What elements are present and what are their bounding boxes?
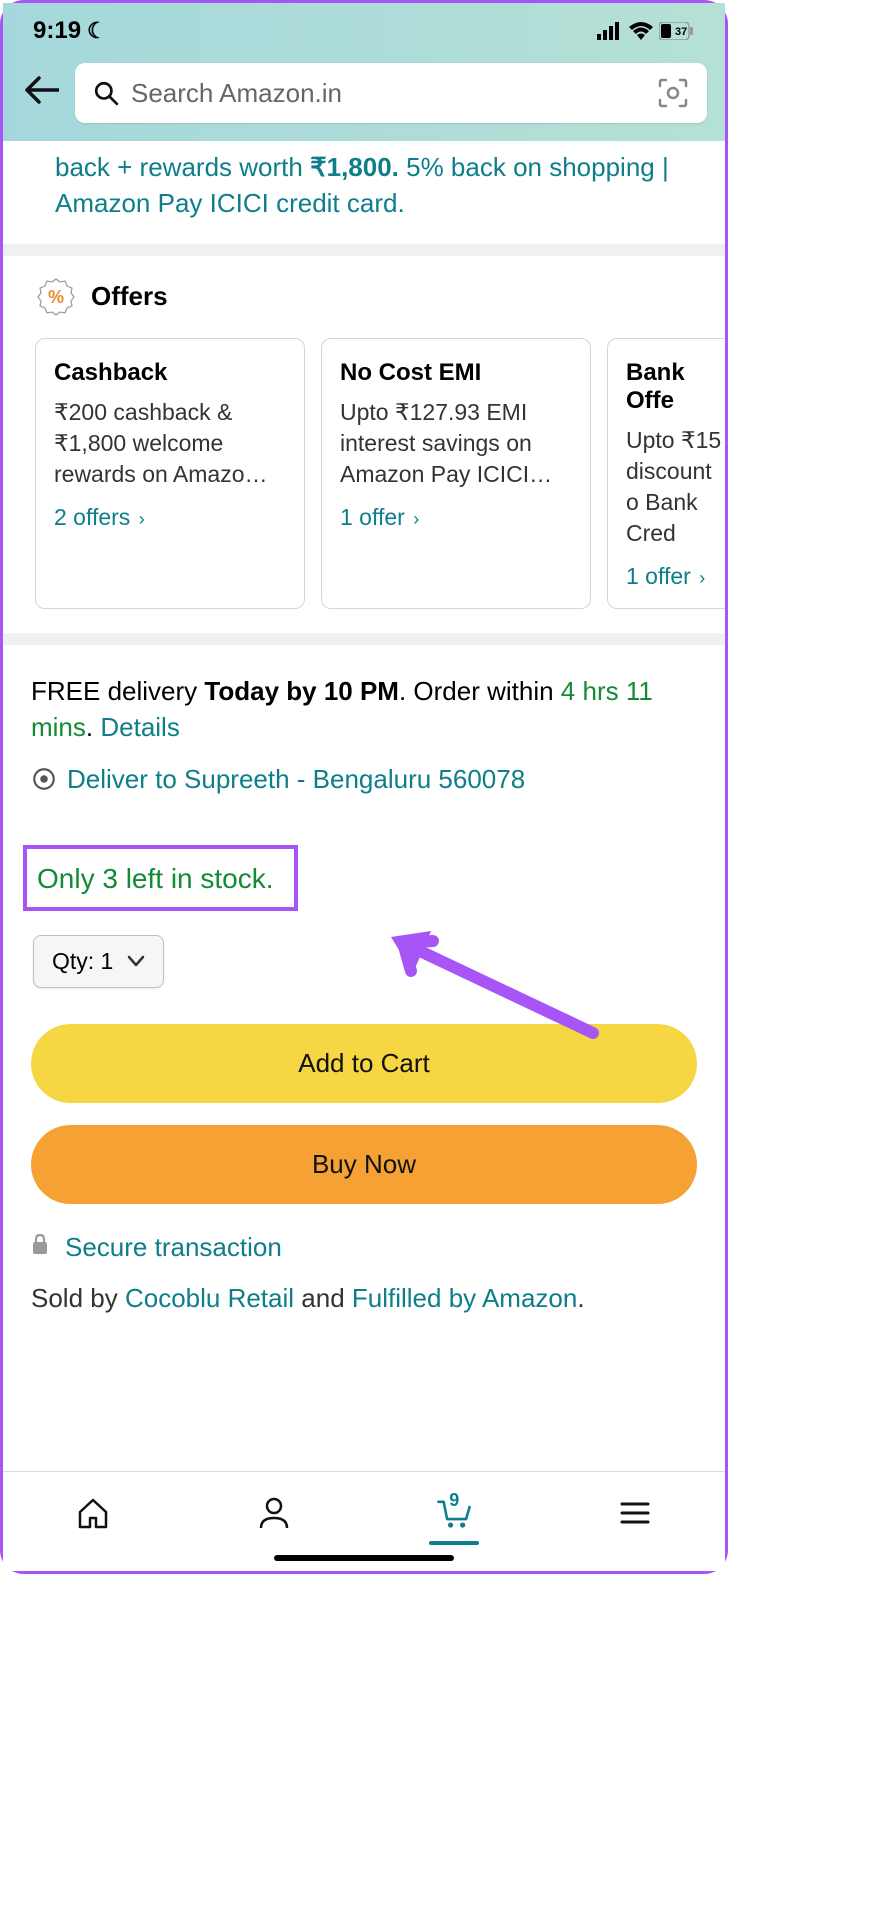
nav-menu[interactable] [616, 1494, 654, 1537]
header: Search Amazon.in [3, 53, 725, 141]
quantity-selector[interactable]: Qty: 1 [33, 935, 164, 988]
nav-home[interactable] [74, 1494, 112, 1537]
offer-card-link[interactable]: 1 offer › [626, 563, 725, 590]
chevron-right-icon: › [413, 509, 419, 529]
nav-cart[interactable]: 9 [435, 1494, 473, 1537]
secure-text: Secure transaction [65, 1232, 282, 1263]
stock-status: Only 3 left in stock. [23, 845, 298, 911]
offer-card-desc: Upto ₹127.93 EMI interest savings on Ama… [340, 397, 572, 490]
hamburger-icon [616, 1494, 654, 1532]
offer-card-cashback[interactable]: Cashback ₹200 cashback & ₹1,800 welcome … [35, 338, 305, 609]
promo-banner[interactable]: back + rewards worth ₹1,800. 5% back on … [3, 141, 725, 244]
secure-transaction-row[interactable]: Secure transaction [3, 1226, 725, 1283]
offer-card-desc: Upto ₹15 discount o Bank Cred [626, 425, 725, 549]
chevron-down-icon [127, 955, 145, 967]
offer-card-title: No Cost EMI [340, 359, 572, 387]
chevron-right-icon: › [139, 509, 145, 529]
buy-now-button[interactable]: Buy Now [31, 1125, 697, 1204]
deliver-to-text: Deliver to Supreeth - Bengaluru 560078 [67, 764, 525, 795]
deliver-to-row[interactable]: Deliver to Supreeth - Bengaluru 560078 [31, 764, 697, 795]
qty-label: Qty: 1 [52, 948, 113, 975]
offer-card-emi[interactable]: No Cost EMI Upto ₹127.93 EMI interest sa… [321, 338, 591, 609]
location-icon [31, 766, 57, 792]
status-indicators: 37 [597, 22, 695, 40]
profile-icon [255, 1494, 293, 1532]
promo-amount: ₹1,800. [310, 152, 399, 182]
divider [3, 633, 725, 645]
signal-icon [597, 22, 623, 40]
cart-count: 9 [449, 1490, 459, 1511]
offer-card-link[interactable]: 1 offer › [340, 504, 572, 531]
offers-badge-icon: % [35, 276, 77, 318]
offer-card-link[interactable]: 2 offers › [54, 504, 286, 531]
sold-by-row: Sold by Cocoblu Retail and Fulfilled by … [3, 1283, 725, 1314]
chevron-right-icon: › [699, 568, 705, 588]
offers-cards-row[interactable]: Cashback ₹200 cashback & ₹1,800 welcome … [3, 338, 725, 609]
search-box[interactable]: Search Amazon.in [75, 63, 707, 123]
battery-icon: 37 [659, 22, 695, 40]
offer-card-desc: ₹200 cashback & ₹1,800 welcome rewards o… [54, 397, 286, 490]
status-bar: 9:19 ☾ 37 [3, 3, 725, 53]
offers-header: % Offers [3, 276, 725, 338]
action-buttons: Add to Cart Buy Now [3, 988, 725, 1226]
status-time: 9:19 [33, 17, 81, 45]
delivery-by: Today by 10 PM [204, 676, 399, 706]
delivery-text: FREE delivery Today by 10 PM. Order with… [31, 673, 697, 746]
back-button[interactable] [21, 71, 63, 116]
wifi-icon [629, 22, 653, 40]
home-icon [74, 1494, 112, 1532]
offer-card-title: Bank Offe [626, 359, 725, 415]
home-indicator[interactable] [274, 1555, 454, 1561]
nav-profile[interactable] [255, 1494, 293, 1537]
status-time-group: 9:19 ☾ [33, 17, 107, 45]
promo-prefix: back + rewards worth [55, 152, 310, 182]
dnd-moon-icon: ☾ [87, 18, 107, 44]
delivery-section: FREE delivery Today by 10 PM. Order with… [3, 645, 725, 815]
offers-title: Offers [91, 281, 168, 312]
scan-icon[interactable] [657, 77, 689, 109]
fulfilled-link[interactable]: Fulfilled by Amazon [352, 1283, 577, 1313]
lock-icon [31, 1233, 49, 1261]
search-icon [93, 80, 119, 106]
svg-text:37: 37 [675, 26, 687, 38]
nav-active-indicator [429, 1541, 479, 1545]
offer-card-bank[interactable]: Bank Offe Upto ₹15 discount o Bank Cred … [607, 338, 725, 609]
svg-text:%: % [48, 287, 64, 307]
offers-section: % Offers Cashback ₹200 cashback & ₹1,800… [3, 256, 725, 633]
seller-link[interactable]: Cocoblu Retail [125, 1283, 294, 1313]
divider [3, 244, 725, 256]
add-to-cart-button[interactable]: Add to Cart [31, 1024, 697, 1103]
delivery-details-link[interactable]: Details [100, 712, 179, 742]
search-placeholder: Search Amazon.in [131, 78, 645, 109]
offer-card-title: Cashback [54, 359, 286, 387]
